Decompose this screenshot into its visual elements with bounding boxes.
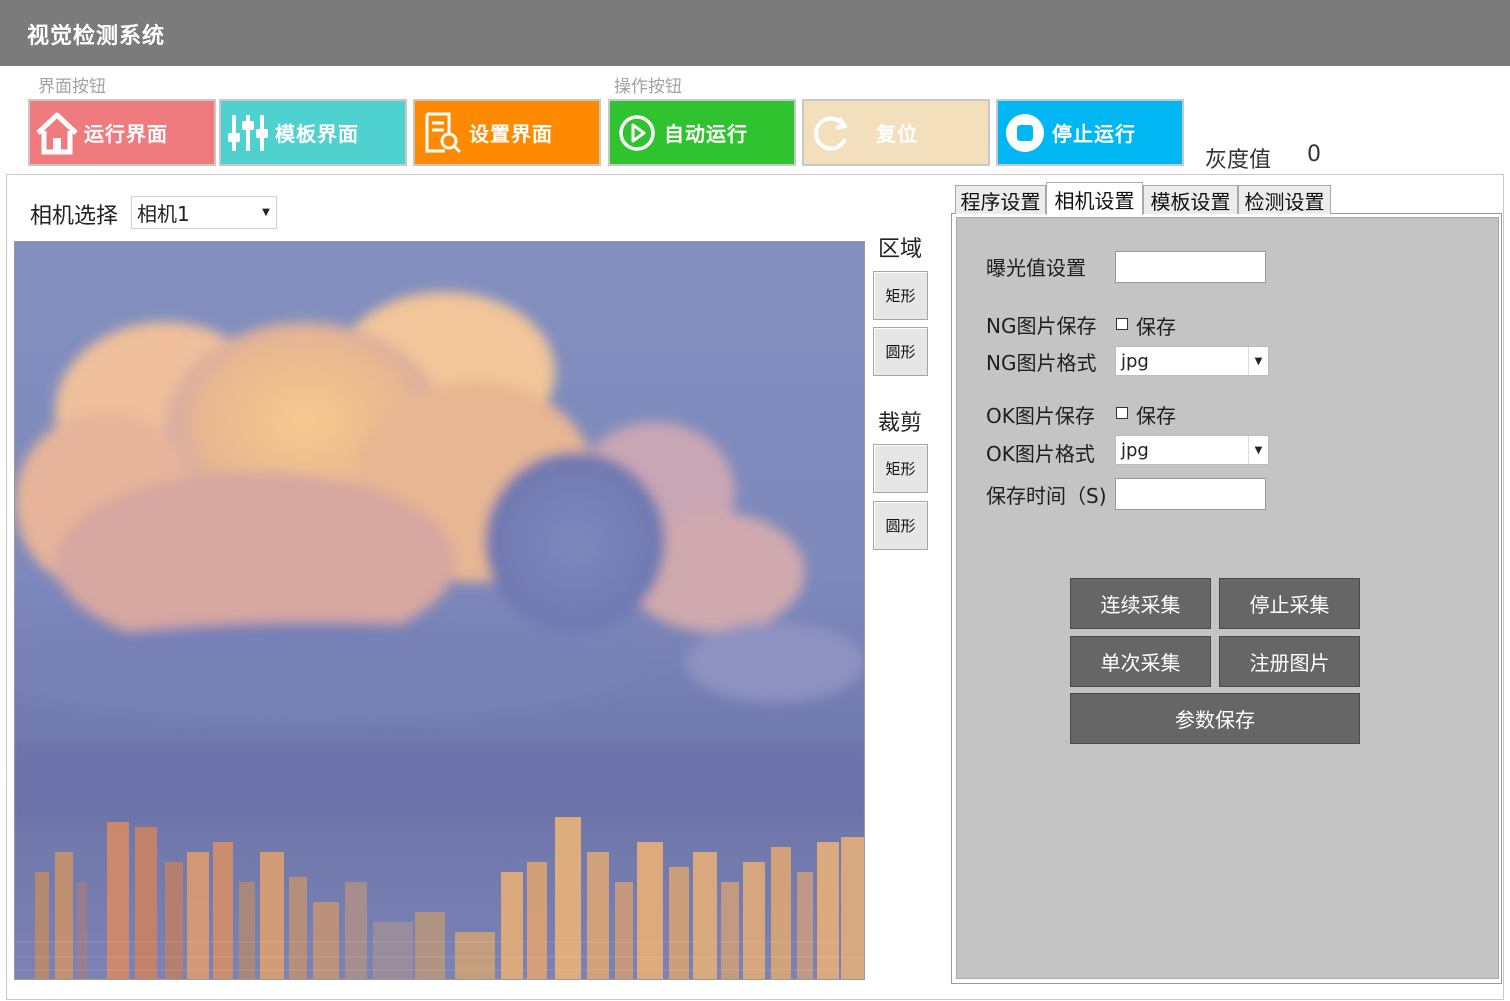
document-search-icon <box>417 108 467 158</box>
ng-format-select[interactable]: jpg ▼ <box>1115 346 1269 376</box>
continuous-capture-button[interactable]: 连续采集 <box>1070 578 1211 629</box>
stop-circle-icon <box>1000 108 1050 158</box>
ok-format-select[interactable]: jpg ▼ <box>1115 435 1269 465</box>
camera-select-label: 相机选择 <box>30 204 119 229</box>
stop-run-label: 停止运行 <box>1052 122 1136 146</box>
ng-format-label: NG图片格式 <box>986 351 1097 375</box>
ng-format-value: jpg <box>1121 350 1149 372</box>
run-ui-label: 运行界面 <box>84 122 168 146</box>
chevron-down-icon: ▼ <box>1248 347 1268 375</box>
title-bar: 视觉检测系统 <box>0 0 1510 66</box>
stop-capture-button[interactable]: 停止采集 <box>1219 578 1360 629</box>
stop-run-button[interactable]: 停止运行 <box>996 99 1184 166</box>
operation-buttons-label: 操作按钮 <box>614 77 682 97</box>
ng-save-label: NG图片保存 <box>986 314 1097 338</box>
exposure-label: 曝光值设置 <box>986 256 1086 280</box>
region-rect-button[interactable]: 矩形 <box>873 271 928 320</box>
crop-rect-button[interactable]: 矩形 <box>873 444 928 493</box>
reset-button[interactable]: 复位 <box>802 99 990 166</box>
ng-save-checkbox[interactable] <box>1116 318 1128 330</box>
refresh-icon <box>806 108 856 158</box>
save-time-label: 保存时间（S) <box>986 484 1107 508</box>
camera-select[interactable]: 相机1 ▼ <box>131 196 277 229</box>
ok-save-checkbox-label: 保存 <box>1136 404 1176 428</box>
home-icon <box>32 108 82 158</box>
interface-buttons-label: 界面按钮 <box>38 77 106 97</box>
save-params-button[interactable]: 参数保存 <box>1070 693 1360 744</box>
chevron-down-icon: ▼ <box>262 207 270 218</box>
ng-save-checkbox-label: 保存 <box>1136 315 1176 339</box>
camera-select-value: 相机1 <box>137 202 190 226</box>
gray-value-label: 灰度值 <box>1205 148 1272 173</box>
reset-label: 复位 <box>876 122 918 146</box>
crop-label: 裁剪 <box>878 411 923 436</box>
crop-circle-button[interactable]: 圆形 <box>873 501 928 550</box>
template-ui-button[interactable]: 模板界面 <box>219 99 407 166</box>
settings-ui-button[interactable]: 设置界面 <box>413 99 601 166</box>
ok-format-label: OK图片格式 <box>986 442 1095 466</box>
exposure-input[interactable] <box>1115 251 1266 283</box>
tab-template-settings[interactable]: 模板设置 <box>1143 185 1238 214</box>
gray-value: 0 <box>1307 142 1321 167</box>
tab-camera-settings[interactable]: 相机设置 <box>1046 182 1143 215</box>
region-label: 区域 <box>878 237 923 262</box>
tab-program-settings[interactable]: 程序设置 <box>955 185 1046 214</box>
camera-image[interactable] <box>14 241 865 980</box>
ok-format-value: jpg <box>1121 439 1149 461</box>
settings-ui-label: 设置界面 <box>469 122 553 146</box>
single-capture-button[interactable]: 单次采集 <box>1070 636 1211 687</box>
chevron-down-icon: ▼ <box>1248 436 1268 464</box>
template-ui-label: 模板界面 <box>275 122 359 146</box>
run-ui-button[interactable]: 运行界面 <box>28 99 216 166</box>
auto-run-button[interactable]: 自动运行 <box>608 99 796 166</box>
ok-save-checkbox[interactable] <box>1116 407 1128 419</box>
app-title: 视觉检测系统 <box>27 24 166 49</box>
auto-run-label: 自动运行 <box>664 122 748 146</box>
play-circle-icon <box>612 108 662 158</box>
save-time-input[interactable] <box>1115 478 1266 510</box>
tab-detection-settings[interactable]: 检测设置 <box>1238 185 1331 214</box>
sliders-icon <box>223 108 273 158</box>
register-image-button[interactable]: 注册图片 <box>1219 636 1360 687</box>
region-circle-button[interactable]: 圆形 <box>873 327 928 376</box>
ok-save-label: OK图片保存 <box>986 404 1095 428</box>
